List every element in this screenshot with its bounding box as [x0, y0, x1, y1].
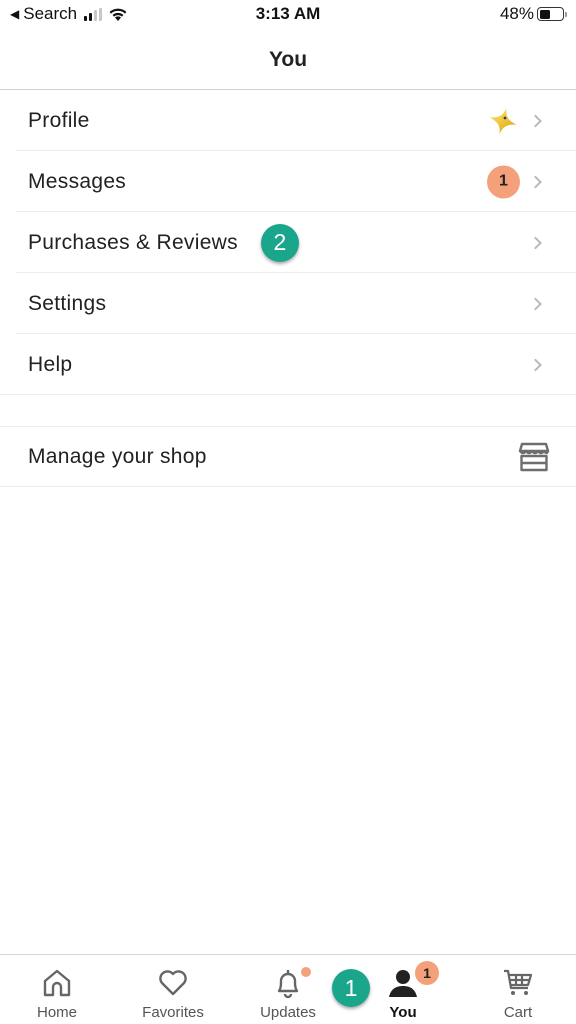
step-marker-badge: 1: [332, 969, 370, 1007]
bottom-tab-bar: Home Favorites Updates 1 You Cart 1: [0, 954, 576, 1024]
menu-item-label: Manage your shop: [28, 444, 207, 468]
tab-cart[interactable]: Cart: [473, 955, 563, 1024]
menu-item-label: Purchases & Reviews: [28, 230, 238, 254]
account-menu: Profile Messages 1 Purchases & Reviews 2…: [0, 90, 576, 487]
storefront-icon: [518, 442, 550, 471]
step-marker-badge: 2: [260, 223, 299, 262]
chevron-right-icon: [529, 175, 542, 188]
battery-percent: 48%: [499, 4, 534, 23]
star-icon: [489, 106, 517, 135]
menu-item-help[interactable]: Help: [0, 334, 576, 395]
notification-dot: [301, 967, 311, 977]
menu-item-manage-shop[interactable]: Manage your shop: [0, 426, 576, 487]
clock: 3:13 AM: [255, 4, 321, 23]
page-header: You: [0, 30, 576, 90]
tab-you[interactable]: 1 You: [358, 955, 448, 1024]
menu-item-settings[interactable]: Settings: [0, 273, 576, 334]
tab-label: Cart: [503, 1004, 533, 1021]
tab-count-badge: 1: [415, 961, 439, 985]
chevron-right-icon: [529, 236, 542, 249]
battery-status: 48%: [499, 4, 567, 24]
menu-item-label: Help: [28, 352, 73, 376]
tab-updates[interactable]: Updates: [243, 955, 333, 1024]
tab-favorites[interactable]: Favorites: [128, 955, 218, 1024]
tab-home[interactable]: Home: [12, 955, 102, 1024]
menu-item-label: Settings: [28, 291, 107, 315]
chevron-right-icon: [529, 358, 542, 371]
status-bar: ◀ Search 3:13 AM 48%: [0, 0, 576, 30]
bell-icon: [277, 970, 299, 999]
tab-label: You: [389, 1004, 417, 1021]
battery-fill: [539, 9, 551, 19]
page-title: You: [268, 47, 308, 71]
bell-icon-wrap: [272, 967, 311, 999]
menu-item-label: Messages: [28, 169, 127, 193]
heart-icon: [159, 970, 187, 996]
cart-icon: [504, 969, 533, 995]
chevron-right-icon: [529, 297, 542, 310]
battery-tip: [565, 12, 567, 17]
tab-label: Updates: [260, 1004, 316, 1021]
chevron-right-icon: [529, 114, 542, 127]
home-icon: [43, 969, 71, 997]
tab-label: Favorites: [142, 1004, 204, 1021]
unread-count-badge: 1: [487, 165, 520, 198]
menu-item-purchases-reviews[interactable]: Purchases & Reviews 2: [0, 212, 576, 273]
menu-item-messages[interactable]: Messages 1: [0, 151, 576, 212]
tab-label: Home: [36, 1004, 77, 1021]
menu-item-label: Profile: [28, 108, 90, 132]
person-icon-wrap: 1: [387, 961, 439, 999]
battery-icon: [537, 7, 567, 21]
menu-item-profile[interactable]: Profile: [0, 90, 576, 151]
